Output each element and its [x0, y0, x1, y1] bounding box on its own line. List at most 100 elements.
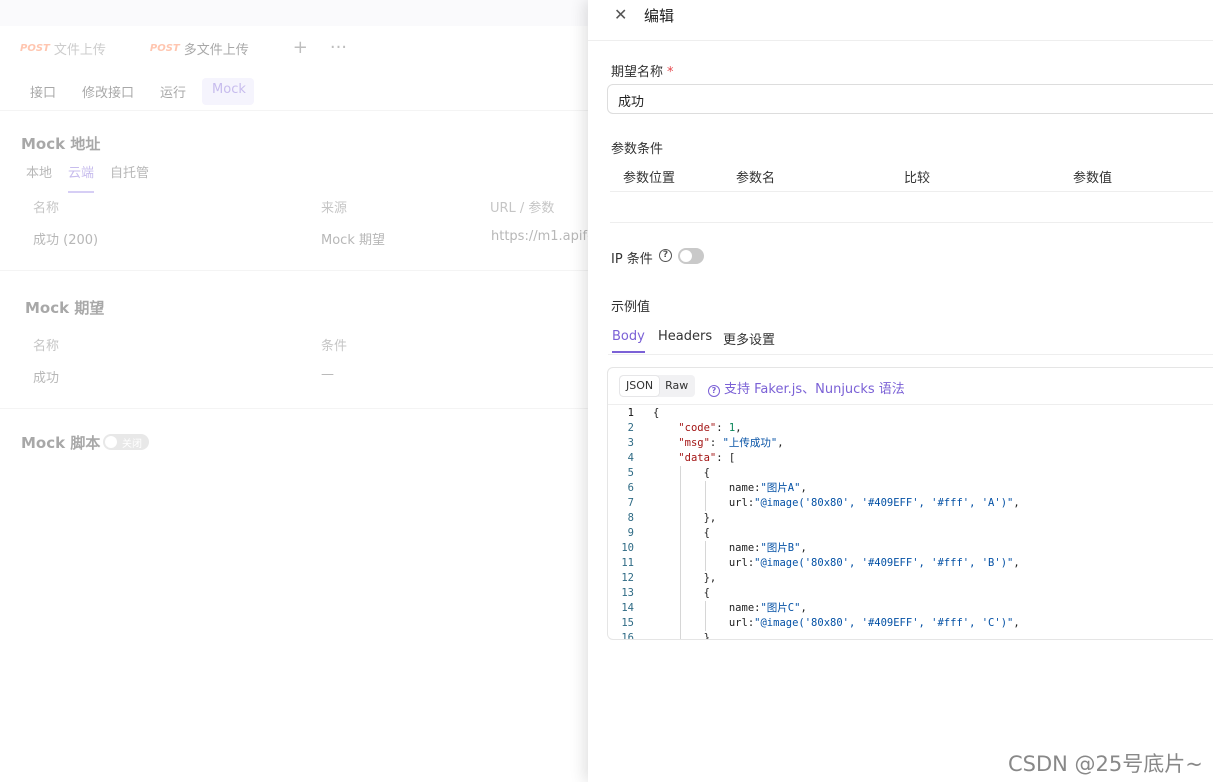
add-tab-icon[interactable]: +: [293, 39, 308, 57]
subtab-edit-api[interactable]: 修改接口: [72, 78, 142, 105]
editor-toolbar: JSON Raw ? 支持 Faker.js、Nunjucks 语法: [608, 368, 1213, 405]
format-switch: JSON Raw: [619, 375, 696, 397]
faker-link-text: 支持 Faker.js、Nunjucks 语法: [724, 382, 905, 397]
method-badge: POST: [149, 42, 180, 54]
doc-tab-label: 多文件上传: [183, 42, 249, 58]
subtab-mock[interactable]: Mock: [202, 78, 254, 105]
line-number: 3: [627, 437, 634, 449]
env-tab-local[interactable]: 本地: [26, 162, 52, 193]
code-line: 10 name:"图片B",: [608, 541, 1213, 556]
doc-tab-multi-file-upload[interactable]: POST 多文件上传: [150, 39, 249, 58]
line-number: 6: [627, 482, 634, 494]
divider: [0, 110, 600, 111]
col-param-value: 参数值: [1073, 171, 1113, 186]
line-number: 4: [627, 452, 634, 464]
line-number: 7: [627, 497, 634, 509]
code-line: 16 },: [608, 631, 1213, 640]
mock-expect-condition: —: [321, 367, 334, 382]
line-number: 12: [621, 572, 634, 584]
code-line: 13 {: [608, 586, 1213, 601]
code-line: 8 },: [608, 511, 1213, 526]
line-number: 15: [621, 617, 634, 629]
line-number: 2: [627, 422, 634, 434]
ip-condition-toggle[interactable]: [678, 248, 704, 264]
expect-name-input[interactable]: 成功: [607, 84, 1213, 114]
line-number: 9: [627, 527, 634, 539]
doc-tabs: POST 文件上传 POST 多文件上传 + ···: [0, 26, 600, 70]
toggle-knob: [680, 250, 692, 262]
code-line: 1{: [608, 406, 1213, 421]
code-line: 6 name:"图片A",: [608, 481, 1213, 496]
format-json-button[interactable]: JSON: [620, 376, 660, 396]
subtab-run[interactable]: 运行: [150, 78, 194, 105]
doc-tab-file-upload[interactable]: POST 文件上传: [20, 39, 106, 58]
line-number: 1: [627, 407, 634, 419]
mock-script-title: Mock 脚本: [21, 434, 101, 452]
divider: [0, 408, 600, 409]
mock-address-url[interactable]: https://m1.apifox: [491, 229, 602, 244]
col-url: URL / 参数: [490, 201, 555, 216]
code-line: 4 "data": [: [608, 451, 1213, 466]
mock-address-name: 成功 (200): [33, 233, 99, 248]
help-icon: ?: [708, 385, 720, 397]
env-tab-selfhosted[interactable]: 自托管: [110, 162, 149, 193]
param-table-empty-row[interactable]: [610, 192, 1213, 223]
col-condition: 条件: [321, 339, 348, 354]
example-label: 示例值: [611, 300, 651, 315]
env-tabs: 本地 云端 自托管: [26, 162, 149, 193]
code-line: 5 {: [608, 466, 1213, 481]
expect-name-label: 期望名称 *: [611, 61, 674, 80]
code-line: 3 "msg": "上传成功",: [608, 436, 1213, 451]
mock-expect-title: Mock 期望: [25, 299, 105, 317]
watermark: CSDN @25号底片~: [1008, 752, 1203, 776]
drawer-title: 编辑: [644, 7, 675, 25]
method-badge: POST: [20, 42, 50, 54]
close-icon[interactable]: ✕: [614, 5, 627, 24]
help-icon[interactable]: ?: [659, 249, 672, 262]
code-line: 11 url:"@image('80x80', '#409EFF', '#fff…: [608, 556, 1213, 571]
line-number: 14: [621, 602, 634, 614]
sub-tabs: 接口 修改接口 运行 Mock: [20, 78, 254, 105]
code-line: 2 "code": 1,: [608, 421, 1213, 436]
faker-help-link[interactable]: ? 支持 Faker.js、Nunjucks 语法: [708, 378, 905, 397]
line-number: 8: [627, 512, 634, 524]
ip-condition-label: IP 条件: [611, 252, 653, 267]
expect-name-text: 期望名称: [611, 65, 664, 80]
mock-expect-name[interactable]: 成功: [33, 367, 59, 386]
required-mark: *: [667, 65, 674, 80]
more-icon[interactable]: ···: [330, 39, 347, 57]
drawer-header: ✕ 编辑: [588, 0, 1213, 41]
code-line: 7 url:"@image('80x80', '#409EFF', '#fff'…: [608, 496, 1213, 511]
param-table-header: 参数位置 参数名 比较 参数值: [610, 160, 1213, 192]
toggle-label: 关闭: [122, 439, 142, 450]
line-number: 10: [621, 542, 634, 554]
col-name: 名称: [33, 339, 60, 354]
line-number: 11: [621, 557, 634, 569]
doc-tab-label: 文件上传: [53, 42, 106, 58]
tab-body[interactable]: Body: [612, 329, 645, 353]
col-source: 来源: [321, 201, 348, 216]
code-lines: 1{ 2 "code": 1, 3 "msg": "上传成功", 4 "data…: [608, 406, 1213, 640]
subtab-api[interactable]: 接口: [20, 78, 64, 105]
line-number: 5: [627, 467, 634, 479]
col-compare: 比较: [904, 171, 931, 186]
tab-headers[interactable]: Headers: [658, 329, 712, 351]
format-raw-button[interactable]: Raw: [659, 376, 694, 396]
toggle-knob: [105, 436, 117, 448]
code-line: 9 {: [608, 526, 1213, 541]
mock-address-title: Mock 地址: [21, 135, 101, 153]
example-tabs: Body Headers 更多设置: [608, 326, 1213, 355]
code-line: 12 },: [608, 571, 1213, 586]
mock-address-source: Mock 期望: [321, 233, 385, 248]
line-number: 16: [621, 632, 634, 640]
code-editor[interactable]: JSON Raw ? 支持 Faker.js、Nunjucks 语法 1{ 2 "…: [607, 367, 1213, 640]
params-label: 参数条件: [611, 142, 664, 157]
edit-drawer: ✕ 编辑 期望名称 * 成功 参数条件 参数位置 参数名 比较 参数值 IP 条件…: [588, 0, 1213, 782]
mock-script-toggle[interactable]: 关闭: [103, 434, 149, 450]
tab-more-settings[interactable]: 更多设置: [723, 329, 775, 355]
col-param-location: 参数位置: [623, 171, 676, 186]
line-number: 13: [621, 587, 634, 599]
code-line: 14 name:"图片C",: [608, 601, 1213, 616]
divider: [0, 270, 600, 271]
env-tab-cloud[interactable]: 云端: [68, 162, 95, 193]
